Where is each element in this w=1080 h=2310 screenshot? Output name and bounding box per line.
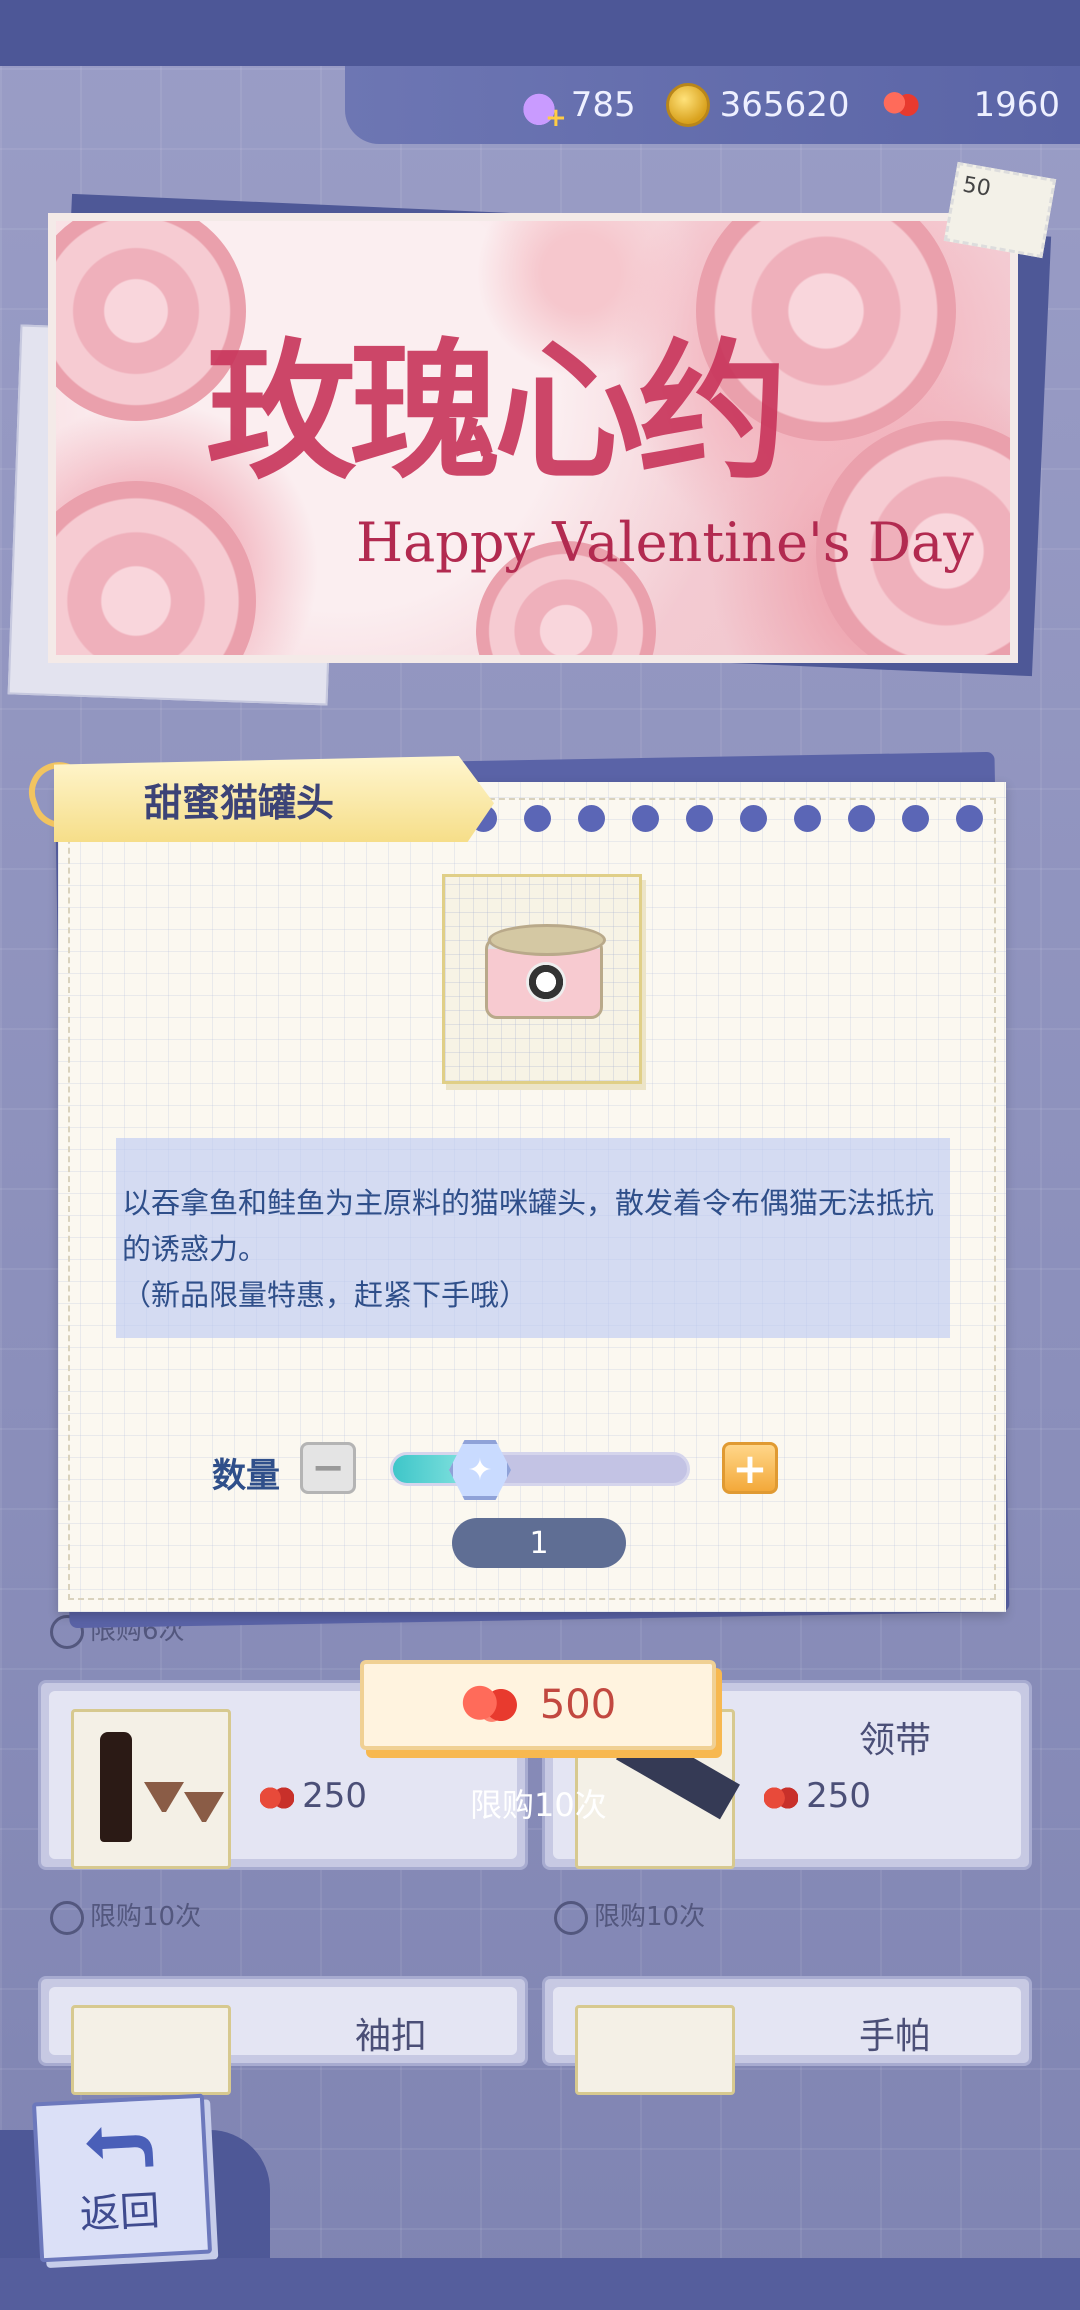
clock-icon [50,1900,84,1935]
heart-amount: 1960 [973,85,1060,125]
purchase-limit: 限购10次 [470,1786,607,1824]
heart-candy-icon [879,83,924,127]
back-label: 返回 [78,2188,161,2239]
currency-panel: 785 365620 1960 [345,66,1080,144]
currency-heart: 1960 [879,83,1060,127]
item-limit: 限购10次 [554,1896,705,1935]
popup-title: 甜蜜猫罐头 [54,756,494,842]
item-limit: 限购10次 [50,1896,201,1935]
description-text: 以吞拿鱼和鲑鱼为主原料的猫咪罐头，散发着令布偶猫无法抵抗的诱惑力。 （新品限量特… [122,1186,935,1312]
quantity-label: 数量 [212,1456,280,1496]
shop-card[interactable]: 手帕 [542,1976,1032,2095]
shop-card[interactable]: 袖扣 [38,1976,528,2095]
purchase-button[interactable]: 500 [360,1660,716,1750]
item-name: 袖扣 [354,2016,427,2057]
top-bar [0,0,1080,66]
quantity-slider[interactable] [390,1452,690,1486]
product-image-frame [442,874,642,1084]
coin-amount: 365620 [719,85,850,125]
swan-plus-icon[interactable] [516,83,567,133]
rose-decoration [56,481,256,655]
item-name: 领带 [858,1720,931,1761]
item-image-cufflink [71,2005,231,2095]
item-price: 250 [764,1776,871,1816]
item-name: 手帕 [858,2016,931,2057]
currency-swan[interactable]: 785 [516,83,636,133]
increase-quantity-button[interactable]: + [722,1442,778,1494]
back-button[interactable]: 返回 [31,2093,213,2263]
purchase-price: 500 [539,1682,617,1728]
item-price: 250 [260,1776,367,1816]
banner-subtitle: Happy Valentine's Day [356,511,974,574]
postage-stamp: 50 [943,161,1057,259]
item-image-liquor [71,1709,231,1869]
return-arrow-icon [86,2127,154,2167]
item-description: 以吞拿鱼和鲑鱼为主原料的猫咪罐头，散发着令布偶猫无法抵抗的诱惑力。 （新品限量特… [116,1138,950,1338]
item-image-handkerchief [575,2005,735,2095]
coin-icon [665,83,710,127]
swan-amount: 785 [570,85,636,125]
event-banner: 玫瑰心约 Happy Valentine's Day [48,213,1018,663]
decrease-quantity-button[interactable]: − [300,1442,356,1494]
currency-coin: 365620 [665,83,850,127]
quantity-value: 1 [452,1518,626,1568]
clock-icon [554,1900,588,1935]
heart-candy-icon [459,1683,526,1727]
cat-food-can-icon [485,924,606,1019]
banner-title: 玫瑰心约 [206,324,788,500]
bottom-bar [0,2258,1080,2310]
binding-dots [470,805,983,832]
